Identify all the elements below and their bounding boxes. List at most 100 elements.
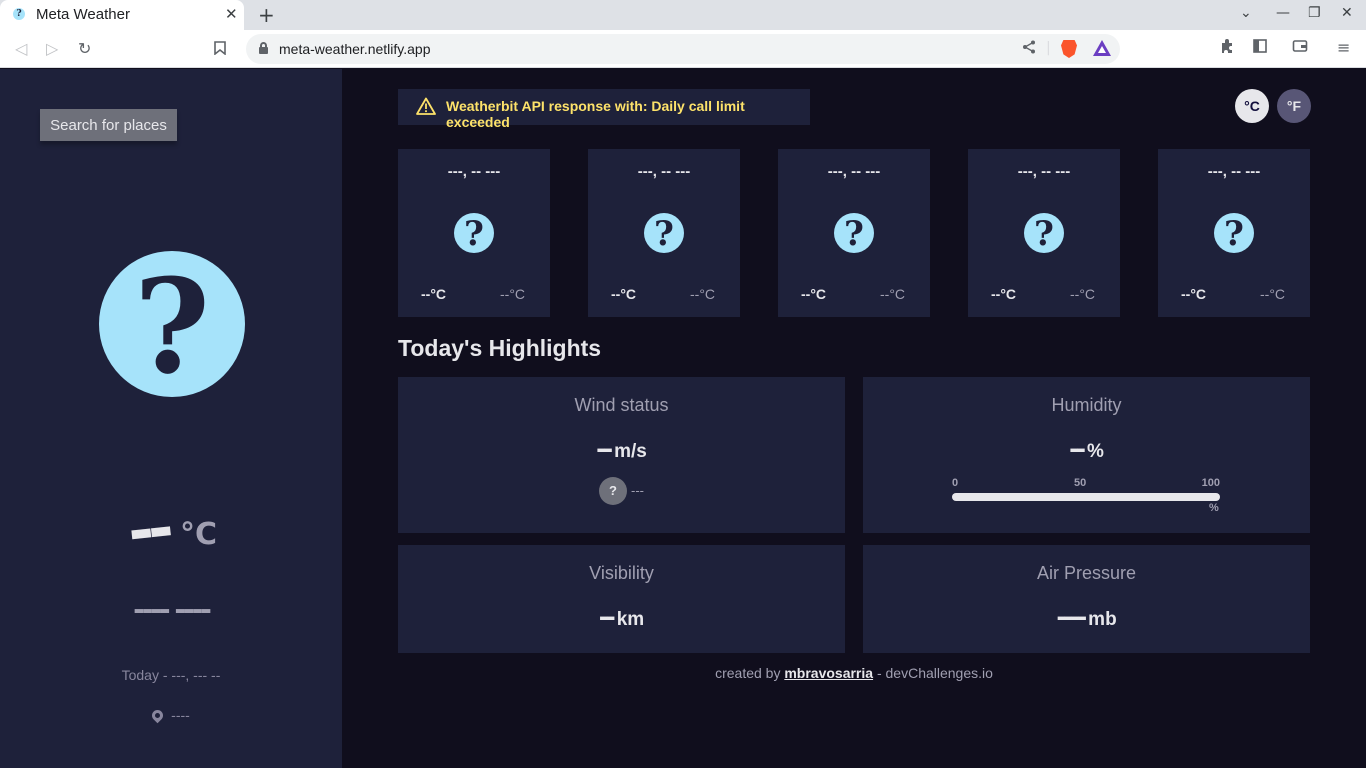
card-title: Humidity bbox=[1051, 395, 1122, 415]
forward-icon[interactable]: ▷ bbox=[46, 39, 58, 58]
share-icon[interactable] bbox=[1022, 40, 1036, 58]
footer: created by mbravosarria - devChallenges.… bbox=[342, 665, 1366, 681]
card-title: Air Pressure bbox=[1036, 563, 1137, 583]
sidebar-icon[interactable] bbox=[1252, 38, 1268, 58]
visibility-value: -- km bbox=[398, 603, 845, 631]
weather-unknown-icon: ? bbox=[1214, 213, 1254, 254]
wind-direction: ? --- bbox=[398, 477, 845, 505]
visibility-number: -- bbox=[598, 603, 616, 631]
card-title: Wind status bbox=[574, 395, 669, 415]
browser-toolbar: ◁ ▷ ↻ meta-weather.netlify.app | ≡ bbox=[0, 30, 1366, 68]
browser-tab-bar: ? Meta Weather ✕ + ⌄ — ❐ ✕ bbox=[0, 0, 1366, 30]
minimize-icon[interactable]: — bbox=[1276, 5, 1290, 21]
wind-direction-icon: ? bbox=[599, 477, 627, 505]
air-pressure-card: Air Pressure ---- mb bbox=[863, 545, 1310, 653]
forecast-min-temp: --°C bbox=[500, 286, 526, 302]
celsius-toggle[interactable]: °C bbox=[1235, 89, 1269, 123]
weather-unknown-icon: ? bbox=[454, 213, 494, 254]
weather-unknown-icon: ? bbox=[644, 213, 684, 254]
visibility-card: Visibility -- km bbox=[398, 545, 845, 653]
card-title: Visibility bbox=[589, 563, 654, 583]
forecast-date: ---, -- --- bbox=[1207, 163, 1261, 180]
alert-message: Weatherbit API response with: Daily call… bbox=[446, 98, 745, 130]
reload-icon[interactable]: ↻ bbox=[78, 39, 91, 58]
restore-icon[interactable]: ❐ bbox=[1308, 5, 1321, 21]
weather-unknown-icon: ? bbox=[1024, 213, 1064, 254]
pressure-value: ---- mb bbox=[863, 603, 1310, 631]
footer-prefix: created by bbox=[715, 665, 781, 681]
visibility-unit: km bbox=[616, 609, 645, 630]
current-temperature: -- bbox=[124, 491, 172, 568]
extensions-icon[interactable] bbox=[1220, 38, 1236, 58]
pressure-unit: mb bbox=[1088, 609, 1117, 630]
favicon-icon: ? bbox=[13, 8, 25, 20]
forecast-min-temp: --°C bbox=[880, 286, 906, 302]
brave-rewards-icon[interactable] bbox=[1093, 40, 1111, 56]
scale-label-mid: 50 bbox=[1074, 477, 1087, 489]
divider: | bbox=[1046, 40, 1051, 56]
location-pin-icon bbox=[149, 707, 166, 724]
forecast-max-temp: --°C bbox=[1181, 286, 1207, 302]
wallet-icon[interactable] bbox=[1292, 38, 1308, 58]
forecast-card: ---, -- --- ? --°C --°C bbox=[1158, 149, 1310, 317]
forecast-min-temp: --°C bbox=[1070, 286, 1096, 302]
forecast-card: ---, -- --- ? --°C --°C bbox=[968, 149, 1120, 317]
forecast-max-temp: --°C bbox=[801, 286, 827, 302]
brave-shields-icon[interactable] bbox=[1061, 40, 1077, 58]
footer-suffix: - devChallenges.io bbox=[876, 665, 993, 681]
wind-value: -- m/s bbox=[398, 435, 845, 463]
new-tab-icon[interactable]: + bbox=[258, 3, 275, 27]
weather-condition: ---- ---- bbox=[133, 593, 212, 626]
current-weather-sidebar: Search for places ? -- °C ---- ---- Toda… bbox=[0, 69, 342, 768]
main-panel: Weatherbit API response with: Daily call… bbox=[342, 69, 1366, 768]
fahrenheit-toggle[interactable]: °F bbox=[1277, 89, 1311, 123]
window-close-icon[interactable]: ✕ bbox=[1341, 5, 1353, 21]
scale-label-min: 0 bbox=[952, 477, 959, 489]
location-name: ---- bbox=[171, 707, 190, 723]
menu-icon[interactable]: ≡ bbox=[1337, 38, 1350, 57]
forecast-card: ---, -- --- ? --°C --°C bbox=[588, 149, 740, 317]
location: ---- bbox=[0, 707, 342, 724]
humidity-card: Humidity --% 0 50 100 % bbox=[863, 377, 1310, 533]
today-date: Today - ---, --- -- bbox=[121, 667, 221, 683]
humidity-value: --% bbox=[863, 435, 1310, 463]
bookmark-icon[interactable] bbox=[214, 41, 226, 59]
forecast-date: ---, -- --- bbox=[827, 163, 881, 180]
temperature-unit: °C bbox=[180, 517, 218, 552]
humidity-bar bbox=[952, 493, 1220, 501]
forecast-card: ---, -- --- ? --°C --°C bbox=[398, 149, 550, 317]
forecast-date: ---, -- --- bbox=[1017, 163, 1071, 180]
address-bar[interactable]: meta-weather.netlify.app | bbox=[246, 34, 1120, 64]
warning-icon bbox=[416, 97, 436, 115]
forecast-max-temp: --°C bbox=[991, 286, 1017, 302]
weather-unknown-icon: ? bbox=[834, 213, 874, 254]
humidity-number: -- bbox=[1069, 435, 1086, 463]
weather-unknown-icon: ? bbox=[99, 251, 245, 403]
scale-label-max: 100 bbox=[1201, 477, 1220, 489]
humidity-unit: % bbox=[1087, 441, 1104, 462]
forecast-min-temp: --°C bbox=[1260, 286, 1286, 302]
forecast-card: ---, -- --- ? --°C --°C bbox=[778, 149, 930, 317]
api-error-alert: Weatherbit API response with: Daily call… bbox=[398, 89, 810, 130]
tab-title: Meta Weather bbox=[36, 6, 130, 23]
forecast-max-temp: --°C bbox=[421, 286, 447, 302]
tab-close-icon[interactable]: ✕ bbox=[225, 5, 238, 23]
forecast-min-temp: --°C bbox=[690, 286, 716, 302]
forecast-date: ---, -- --- bbox=[637, 163, 691, 180]
weather-app: Search for places ? -- °C ---- ---- Toda… bbox=[0, 69, 1366, 768]
url-text[interactable]: meta-weather.netlify.app bbox=[279, 41, 431, 57]
wind-status-card: Wind status -- m/s ? --- bbox=[398, 377, 845, 533]
highlights-title: Today's Highlights bbox=[398, 335, 602, 361]
wind-speed: -- bbox=[596, 435, 613, 463]
wind-direction-label: --- bbox=[631, 483, 644, 498]
search-places-button[interactable]: Search for places bbox=[40, 109, 177, 141]
author-link[interactable]: mbravosarria bbox=[784, 665, 873, 681]
forecast-max-temp: --°C bbox=[611, 286, 637, 302]
back-icon[interactable]: ◁ bbox=[15, 39, 27, 58]
wind-unit: m/s bbox=[614, 441, 647, 462]
tab-list-icon[interactable]: ⌄ bbox=[1240, 5, 1252, 21]
lock-icon bbox=[259, 42, 268, 54]
browser-tab[interactable]: ? Meta Weather ✕ bbox=[0, 0, 244, 30]
pressure-number: ---- bbox=[1056, 603, 1087, 631]
scale-unit: % bbox=[1209, 502, 1219, 514]
